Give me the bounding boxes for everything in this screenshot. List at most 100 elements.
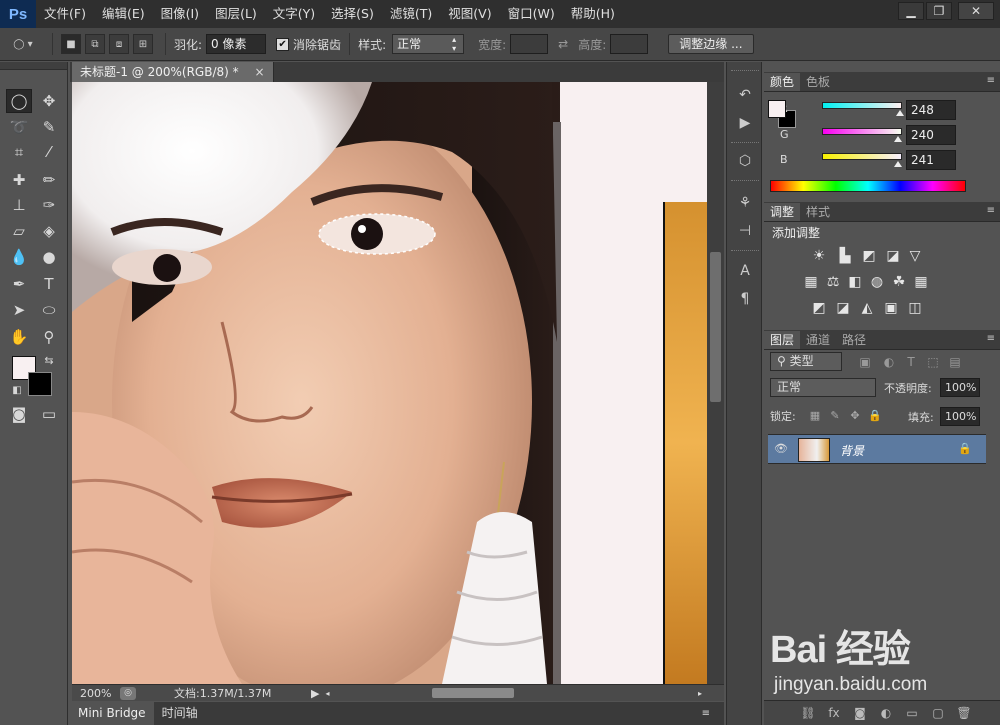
panel-menu-icon[interactable]: ≡: [987, 75, 995, 86]
color-lookup-icon[interactable]: ▦: [912, 274, 930, 290]
panel-grip[interactable]: [0, 62, 67, 70]
curves-icon[interactable]: ◩: [860, 248, 878, 264]
g-slider-knob[interactable]: [894, 136, 902, 142]
new-selection-icon[interactable]: ■: [61, 34, 81, 54]
restore-button[interactable]: ❐: [926, 2, 952, 20]
tab-layers[interactable]: 图层: [764, 331, 801, 349]
trash-icon[interactable]: 🗑: [956, 706, 972, 720]
color-spectrum-bar[interactable]: [770, 180, 966, 192]
lock-all-icon[interactable]: 🔒: [866, 408, 884, 424]
eye-visibility-icon[interactable]: 👁: [774, 442, 788, 455]
path-selection-icon[interactable]: ➤: [6, 298, 32, 322]
black-white-icon[interactable]: ◧: [846, 274, 864, 290]
swap-colors-icon[interactable]: ⇆: [36, 348, 62, 372]
hue-saturation-icon[interactable]: ▦: [802, 274, 820, 290]
filter-smart-icon[interactable]: ▤: [946, 354, 964, 370]
document-tab[interactable]: 未标题-1 @ 200%(RGB/8) * ×: [72, 62, 274, 82]
vertical-scroll-thumb[interactable]: [710, 252, 721, 402]
mask-icon[interactable]: ◙: [852, 706, 868, 720]
lock-pixels-icon[interactable]: ✎: [826, 408, 844, 424]
intersect-selection-icon[interactable]: ⊞: [133, 34, 153, 54]
minimize-button[interactable]: ▁: [898, 2, 924, 20]
blur-icon[interactable]: 💧: [6, 245, 32, 269]
r-slider[interactable]: [822, 102, 902, 109]
quick-mask-icon[interactable]: ◙: [6, 402, 32, 426]
lock-position-icon[interactable]: ✥: [846, 408, 864, 424]
feather-input[interactable]: 0 像素: [206, 34, 267, 54]
menu-layer[interactable]: 图层(L): [207, 0, 265, 28]
blend-mode-select[interactable]: 正常: [770, 378, 876, 397]
quick-selection-icon[interactable]: ✎: [36, 115, 62, 139]
brush-icon[interactable]: ✏: [36, 168, 62, 192]
lock-transparent-icon[interactable]: ▦: [806, 408, 824, 424]
eyedropper-icon[interactable]: ⁄: [36, 140, 62, 164]
actions-play-icon[interactable]: ▶: [733, 112, 757, 134]
brush-presets-icon[interactable]: ⚘: [733, 192, 757, 214]
history-brush-icon[interactable]: ✑: [36, 193, 62, 217]
r-slider-knob[interactable]: [896, 110, 904, 116]
tab-mini-bridge[interactable]: Mini Bridge: [70, 702, 154, 725]
panel-menu-icon[interactable]: ≡: [694, 702, 718, 725]
posterize-icon[interactable]: ◪: [834, 300, 852, 316]
tool-presets-icon[interactable]: ⊣: [733, 220, 757, 242]
tab-styles[interactable]: 样式: [800, 203, 836, 221]
close-tab-icon[interactable]: ×: [254, 65, 264, 79]
vertical-scrollbar[interactable]: [707, 82, 724, 684]
character-icon[interactable]: A: [733, 260, 757, 282]
opacity-value[interactable]: 100%: [940, 378, 980, 397]
g-value[interactable]: 240: [906, 125, 956, 145]
vibrance-icon[interactable]: ▽: [906, 248, 924, 264]
tab-timeline[interactable]: 时间轴: [154, 702, 206, 725]
photo-filter-icon[interactable]: ◍: [868, 274, 886, 290]
g-slider[interactable]: [822, 128, 902, 135]
tab-swatches[interactable]: 色板: [800, 73, 836, 91]
paint-bucket-icon[interactable]: ◈: [36, 219, 62, 243]
width-input[interactable]: [510, 34, 549, 54]
fx-icon[interactable]: fx: [826, 706, 842, 720]
tab-color[interactable]: 颜色: [764, 73, 801, 91]
eraser-icon[interactable]: ▱: [6, 219, 32, 243]
tab-adjustments[interactable]: 调整: [764, 203, 801, 221]
b-slider[interactable]: [822, 153, 902, 160]
background-color-swatch[interactable]: [28, 372, 52, 396]
zoom-level[interactable]: 200%: [72, 687, 120, 700]
threshold-icon[interactable]: ◭: [858, 300, 876, 316]
filter-type-icon[interactable]: T: [902, 354, 920, 370]
share-icon[interactable]: ◎: [120, 686, 136, 700]
exposure-icon[interactable]: ◪: [884, 248, 902, 264]
panel-menu-icon[interactable]: ≡: [987, 333, 995, 344]
history-icon[interactable]: ↶: [733, 84, 757, 106]
zoom-icon[interactable]: ⚲: [36, 325, 62, 349]
menu-window[interactable]: 窗口(W): [500, 0, 563, 28]
brightness-icon[interactable]: ☀: [810, 248, 828, 264]
ellipse-shape-icon[interactable]: ⬭: [36, 298, 62, 322]
horizontal-scroll-thumb[interactable]: [432, 688, 514, 698]
group-icon[interactable]: ▭: [904, 706, 920, 720]
pen-icon[interactable]: ✒: [6, 272, 32, 296]
color-balance-icon[interactable]: ⚖: [824, 274, 842, 290]
b-value[interactable]: 241: [906, 150, 956, 170]
scroll-left-icon[interactable]: ◂: [325, 689, 329, 698]
layer-name[interactable]: 背景: [840, 442, 864, 459]
panel-menu-icon[interactable]: ≡: [987, 205, 995, 216]
hand-icon[interactable]: ✋: [6, 325, 32, 349]
document-canvas[interactable]: [72, 82, 707, 684]
tab-paths[interactable]: 路径: [836, 331, 872, 349]
menu-image[interactable]: 图像(I): [153, 0, 207, 28]
menu-filter[interactable]: 滤镜(T): [382, 0, 440, 28]
dodge-icon[interactable]: ●: [36, 245, 62, 269]
antialias-checkbox[interactable]: ✔: [276, 37, 290, 51]
color-fg-swatch[interactable]: [768, 100, 786, 118]
paragraph-icon[interactable]: ¶: [733, 288, 757, 310]
default-colors-icon[interactable]: ◧: [4, 378, 30, 402]
menu-edit[interactable]: 编辑(E): [94, 0, 153, 28]
clone-stamp-icon[interactable]: ⊥: [6, 193, 32, 217]
layer-filter-select[interactable]: ⚲ 类型: [770, 352, 842, 371]
tab-channels[interactable]: 通道: [800, 331, 836, 349]
link-layers-icon[interactable]: ⛓: [800, 706, 816, 720]
height-input[interactable]: [610, 34, 649, 54]
r-value[interactable]: 248: [906, 100, 956, 120]
marquee-preset-icon[interactable]: ◯ ▾: [6, 34, 40, 54]
scroll-right-icon[interactable]: ▸: [698, 689, 702, 698]
style-select[interactable]: 正常: [392, 34, 465, 54]
